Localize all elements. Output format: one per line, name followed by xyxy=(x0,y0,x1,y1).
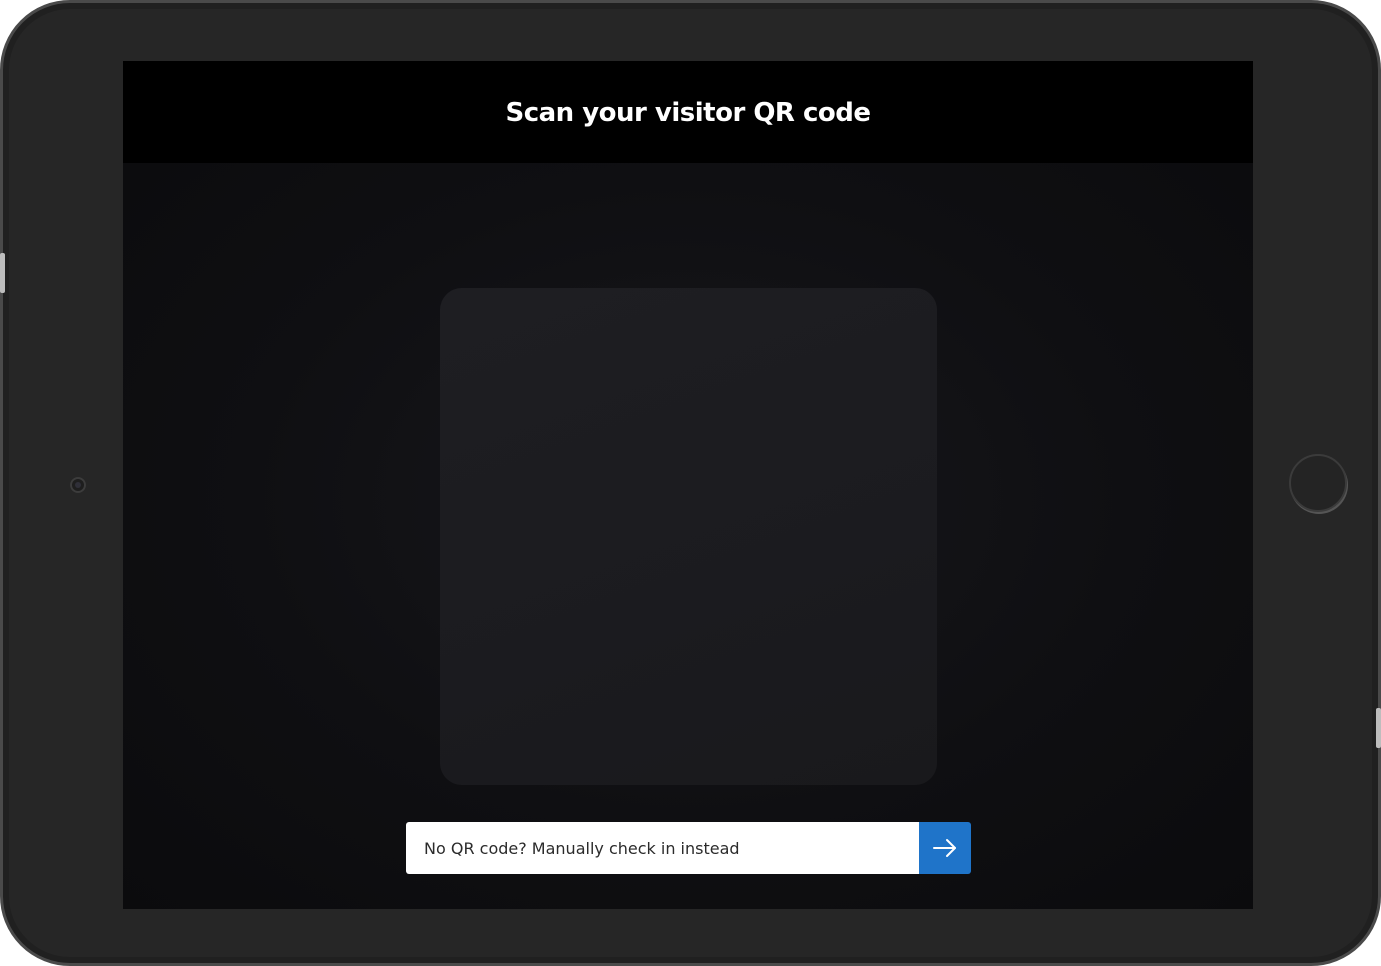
kiosk-screen: Scan your visitor QR code No QR code? Ma… xyxy=(123,61,1253,909)
page-header: Scan your visitor QR code xyxy=(123,61,1253,163)
page-title: Scan your visitor QR code xyxy=(505,98,871,128)
manual-checkin-button[interactable] xyxy=(919,822,971,874)
power-button xyxy=(1376,708,1381,748)
home-button[interactable] xyxy=(1289,454,1347,512)
volume-button xyxy=(0,253,5,293)
front-camera-icon xyxy=(70,477,86,493)
manual-checkin-bar[interactable]: No QR code? Manually check in instead xyxy=(406,822,971,874)
arrow-right-icon xyxy=(933,839,956,857)
qr-scan-frame xyxy=(440,288,937,785)
manual-checkin-link[interactable]: No QR code? Manually check in instead xyxy=(406,822,919,874)
